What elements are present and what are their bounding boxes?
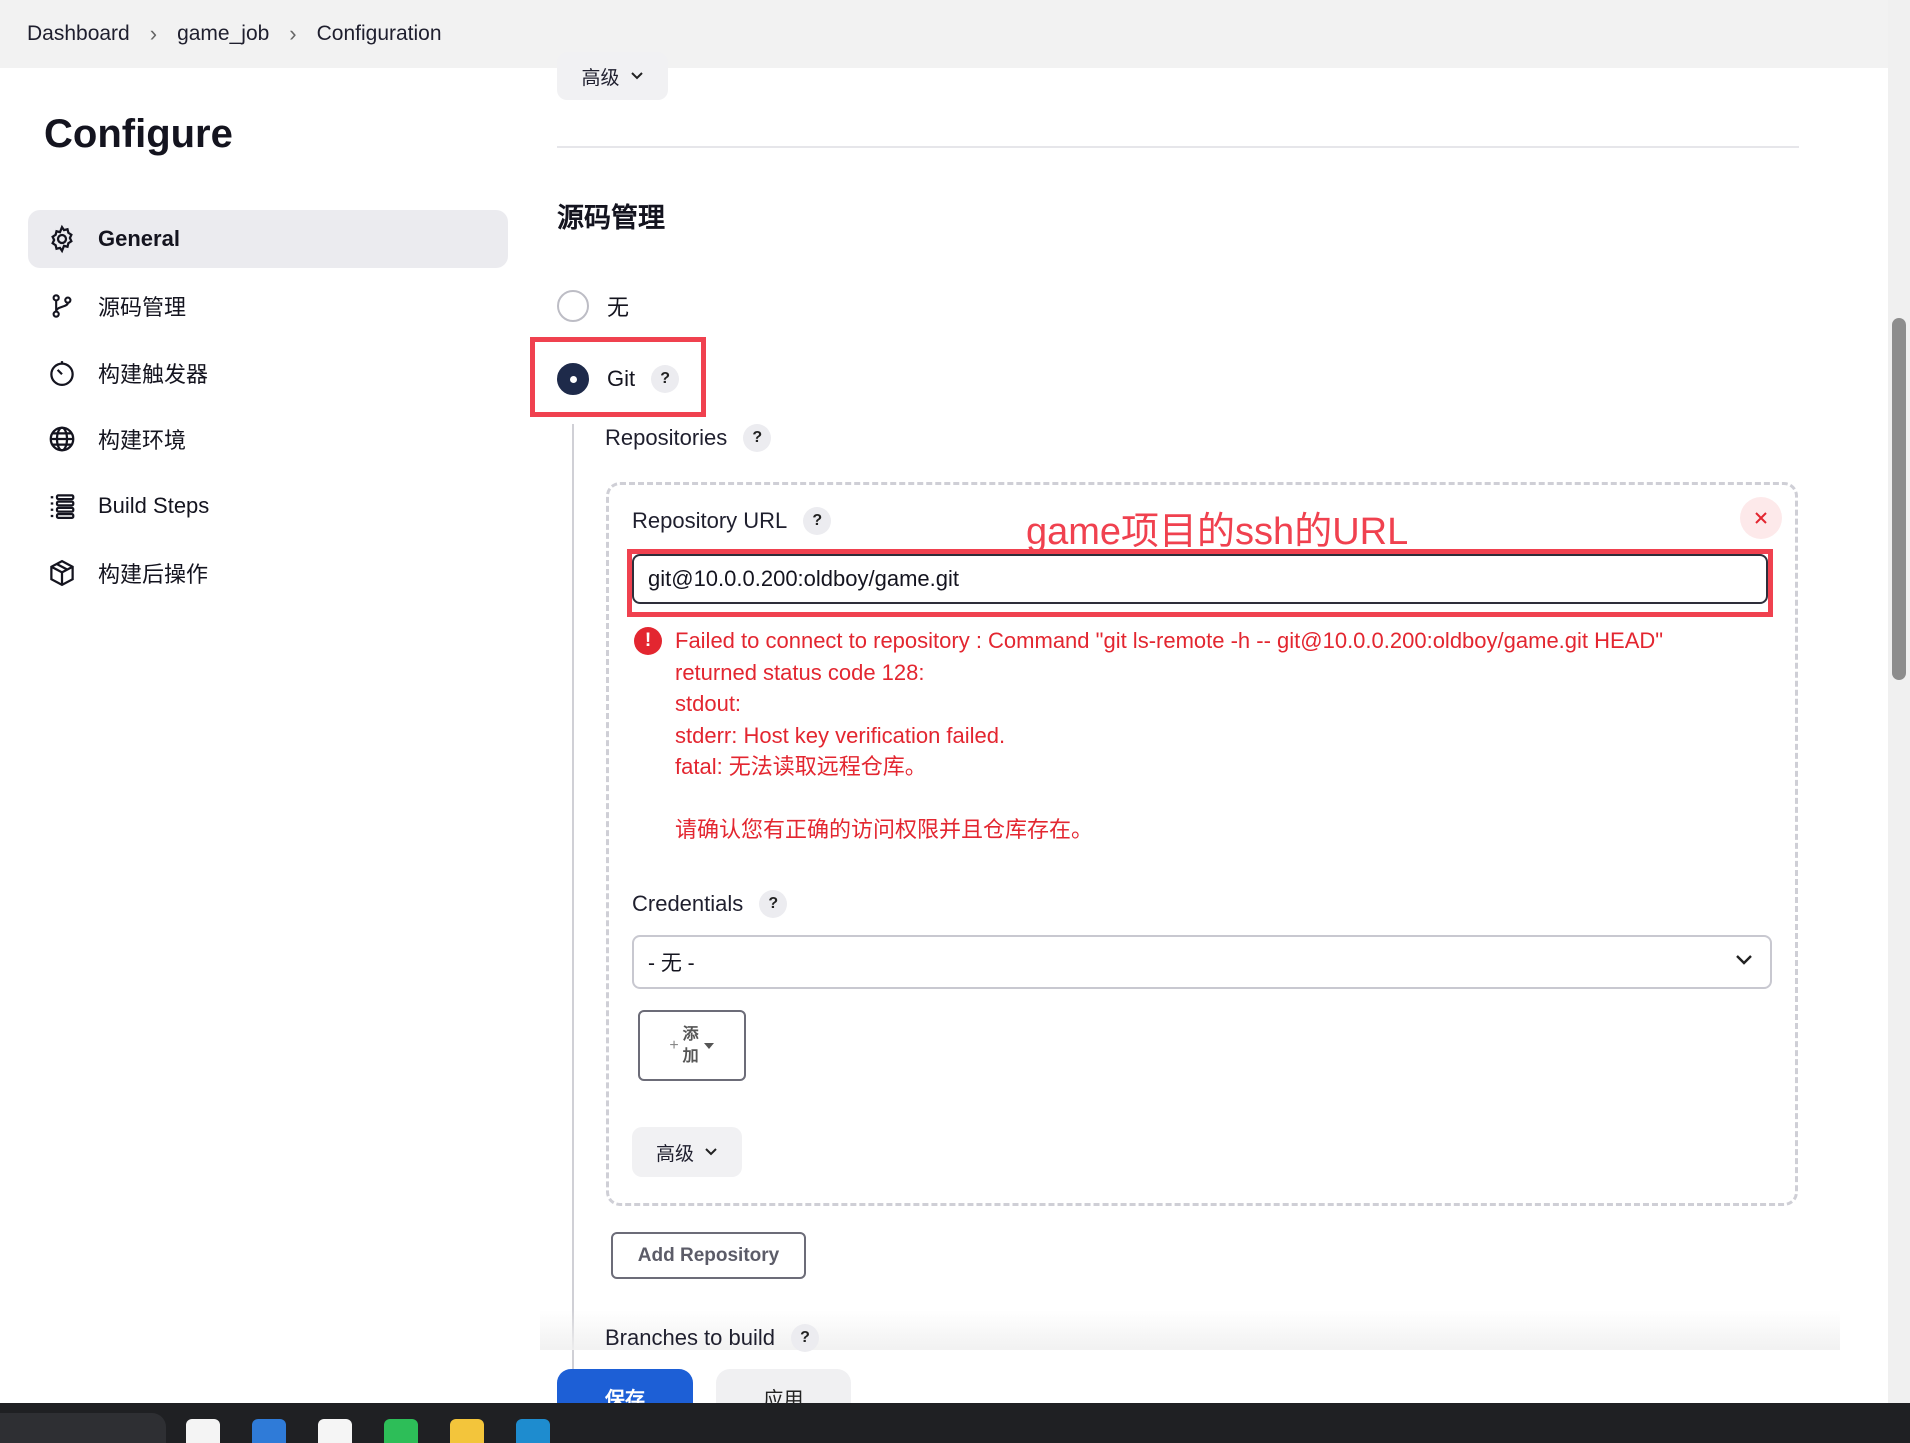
error-line: Failed to connect to repository : Comman…	[675, 628, 1664, 653]
gear-icon	[46, 223, 78, 255]
section-title: 源码管理	[557, 203, 665, 233]
add-button-label: 添	[682, 1025, 699, 1043]
add-credentials-button[interactable]: + 添 加	[638, 1010, 746, 1081]
vertical-scrollbar[interactable]	[1888, 0, 1910, 1403]
chevron-down-icon	[630, 72, 643, 80]
add-button-label: 加	[682, 1047, 699, 1065]
sidebar-item-environment[interactable]: 构建环境	[28, 410, 508, 468]
text-app-icon[interactable]	[186, 1419, 220, 1443]
branches-label: Branches to build	[605, 1325, 775, 1350]
breadcrumb-dashboard[interactable]: Dashboard	[27, 22, 130, 46]
page-title: Configure	[44, 112, 233, 156]
advanced-button[interactable]: 高级	[632, 1127, 742, 1177]
help-icon[interactable]: ?	[803, 507, 832, 535]
sidebar-item-label: General	[98, 226, 180, 251]
credentials-heading: Credentials ?	[632, 890, 788, 918]
repositories-label: Repositories	[605, 425, 728, 450]
repository-url-heading: Repository URL ?	[632, 507, 832, 535]
repository-url-label: Repository URL	[632, 508, 788, 533]
close-icon[interactable]	[1740, 497, 1782, 539]
add-repository-button[interactable]: Add Repository	[611, 1232, 806, 1279]
edge-browser-icon[interactable]	[516, 1419, 550, 1443]
git-section-line	[572, 424, 574, 1403]
browser-app-icon[interactable]	[318, 1419, 352, 1443]
error-line: stdout:	[675, 691, 742, 716]
plus-icon: +	[669, 1036, 679, 1054]
advanced-label: 高级	[655, 1143, 694, 1165]
caret-down-icon	[703, 1042, 714, 1049]
scm-option-git[interactable]: Git ?	[557, 363, 680, 395]
chevron-right-icon: ›	[149, 21, 158, 46]
advanced-top-button[interactable]: 高级	[557, 52, 668, 100]
help-icon[interactable]: ?	[791, 1324, 819, 1352]
credentials-selected: - 无 -	[648, 952, 695, 975]
breadcrumb: Dashboard › game_job › Configuration	[0, 0, 1888, 68]
sidebar-item-general[interactable]: General	[28, 210, 508, 268]
error-line	[675, 783, 1774, 815]
chevron-down-icon	[1736, 955, 1752, 965]
sidebar-item-scm[interactable]: 源码管理	[28, 277, 508, 335]
help-icon[interactable]: ?	[651, 365, 680, 393]
error-line: 请确认您有正确的访问权限并且仓库存在。	[675, 817, 1094, 842]
error-message: ! Failed to connect to repository : Comm…	[634, 625, 1774, 846]
scm-option-none[interactable]: 无	[557, 290, 629, 322]
radio-none-label: 无	[607, 295, 630, 320]
repository-url-input[interactable]: git@10.0.0.200:oldboy/game.git	[632, 554, 1768, 604]
error-line: stderr: Host key verification failed.	[675, 722, 1006, 748]
sidebar-item-label: 构建触发器	[98, 362, 209, 387]
section-divider	[557, 146, 1799, 148]
chevron-down-icon	[705, 1148, 717, 1156]
taskbar-widget[interactable]	[0, 1413, 166, 1443]
list-icon	[46, 490, 78, 522]
advanced-label: 高级	[581, 67, 620, 89]
repositories-heading: Repositories ?	[605, 424, 772, 452]
breadcrumb-game-job[interactable]: game_job	[177, 22, 269, 46]
radio-none[interactable]	[557, 290, 589, 322]
os-taskbar	[0, 1403, 1910, 1443]
sidebar-item-triggers[interactable]: 构建触发器	[28, 344, 508, 402]
app-icon[interactable]	[252, 1419, 286, 1443]
sidebar-item-label: 构建环境	[98, 428, 187, 453]
radio-git[interactable]	[557, 363, 589, 395]
credentials-label: Credentials	[632, 891, 744, 916]
globe-icon	[46, 423, 78, 455]
breadcrumb-configuration[interactable]: Configuration	[317, 22, 442, 46]
git-branch-icon	[46, 290, 78, 322]
timer-icon	[46, 357, 78, 389]
branches-heading: Branches to build ?	[605, 1324, 819, 1352]
package-icon	[46, 557, 78, 589]
error-icon: !	[634, 627, 662, 655]
sidebar-item-build-steps[interactable]: Build Steps	[28, 477, 508, 535]
scrollbar-thumb[interactable]	[1892, 318, 1906, 680]
error-line: fatal: 无法读取远程仓库。	[675, 754, 927, 779]
folder-icon[interactable]	[450, 1419, 484, 1443]
sidebar-item-label: 源码管理	[98, 295, 187, 320]
error-line: returned status code 128:	[675, 659, 925, 685]
credentials-select[interactable]: - 无 -	[632, 935, 1772, 989]
chevron-right-icon: ›	[289, 21, 297, 46]
repository-url-value: git@10.0.0.200:oldboy/game.git	[648, 566, 959, 591]
sidebar-item-post-build[interactable]: 构建后操作	[28, 544, 508, 602]
apply-button[interactable]: 应用	[716, 1369, 851, 1403]
help-icon[interactable]: ?	[743, 424, 772, 452]
sidebar-item-label: 构建后操作	[98, 562, 209, 587]
sidebar-item-label: Build Steps	[98, 493, 210, 518]
annotation-text: game项目的ssh的URL	[1026, 511, 1409, 553]
help-icon[interactable]: ?	[759, 890, 788, 918]
radio-git-label: Git	[607, 366, 636, 391]
wechat-icon[interactable]	[384, 1419, 418, 1443]
